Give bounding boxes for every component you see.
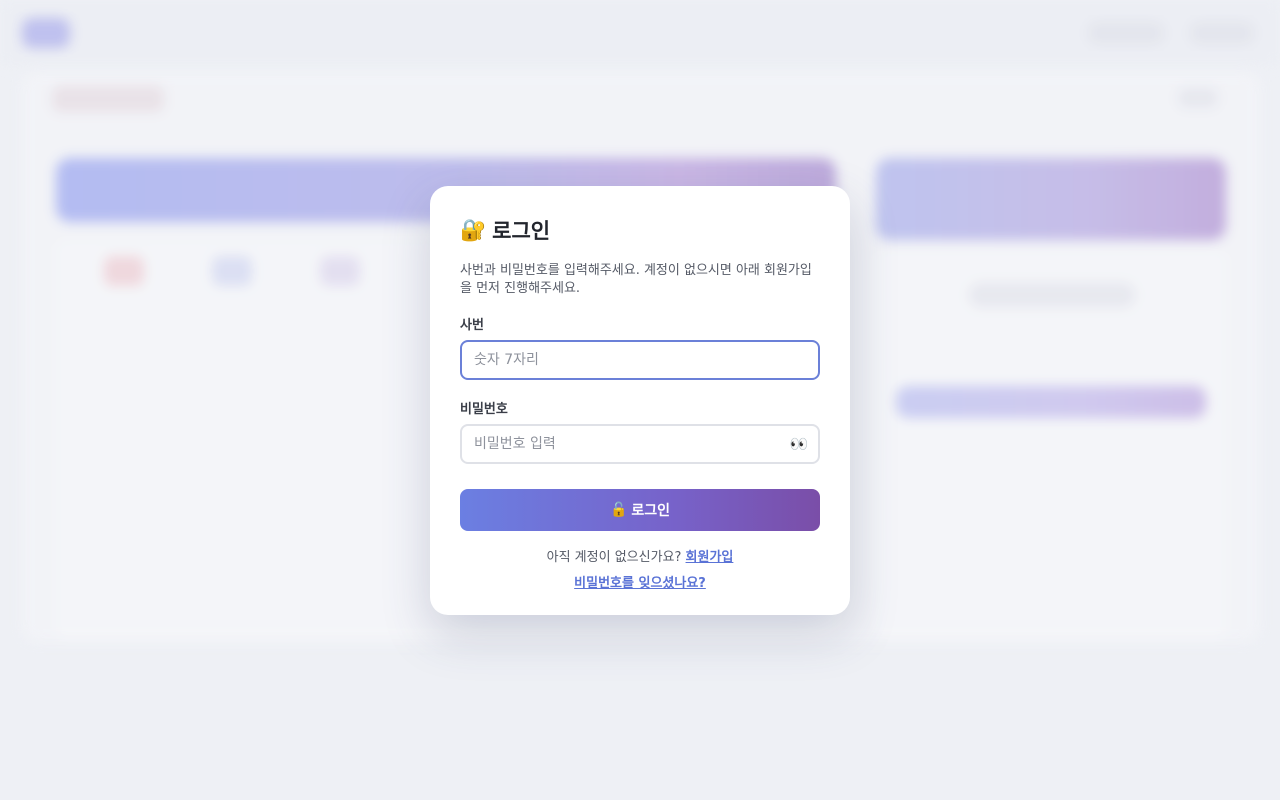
employee-id-field-wrap	[460, 340, 820, 380]
login-dialog: 🔐 로그인 사번과 비밀번호를 입력해주세요. 계정이 없으시면 아래 회원가입…	[430, 186, 850, 615]
signup-prompt-line: 아직 계정이 없으신가요? 회원가입	[460, 546, 820, 565]
eyes-icon[interactable]: 👀	[788, 433, 810, 455]
password-field-wrap: 👀	[460, 424, 820, 464]
background-chip	[104, 256, 144, 286]
employee-id-input[interactable]	[460, 340, 820, 380]
signup-prompt-text: 아직 계정이 없으신가요?	[546, 550, 682, 565]
background-pill	[968, 282, 1136, 308]
lock-with-key-icon: 🔐	[460, 218, 487, 242]
background-logo	[22, 18, 70, 48]
background-chip	[320, 256, 360, 286]
dialog-description: 사번과 비밀번호를 입력해주세요. 계정이 없으시면 아래 회원가입을 먼저 진…	[460, 263, 812, 296]
background-header-label	[52, 86, 164, 112]
dialog-title-text: 로그인	[492, 219, 551, 243]
signup-link[interactable]: 회원가입	[686, 550, 734, 565]
forgot-password-line: 비밀번호를 잊으셨나요?	[460, 572, 820, 591]
employee-id-label: 사번	[460, 318, 484, 333]
unlocked-padlock-icon: 🔓	[609, 502, 628, 518]
password-input[interactable]	[460, 424, 820, 464]
password-label: 비밀번호	[460, 402, 508, 417]
background-chip	[212, 256, 252, 286]
background-top-button	[1088, 22, 1164, 44]
forgot-password-link[interactable]: 비밀번호를 잊으셨나요?	[574, 576, 706, 591]
background-banner	[876, 158, 1226, 240]
dialog-title: 🔐 로그인	[460, 216, 820, 244]
background-card	[876, 250, 1226, 640]
background-top-button	[1190, 22, 1254, 44]
background-gradient-button	[896, 386, 1206, 418]
background-header-control	[1178, 88, 1218, 108]
login-button-label: 로그인	[631, 503, 671, 519]
login-button[interactable]: 🔓 로그인	[460, 489, 820, 531]
